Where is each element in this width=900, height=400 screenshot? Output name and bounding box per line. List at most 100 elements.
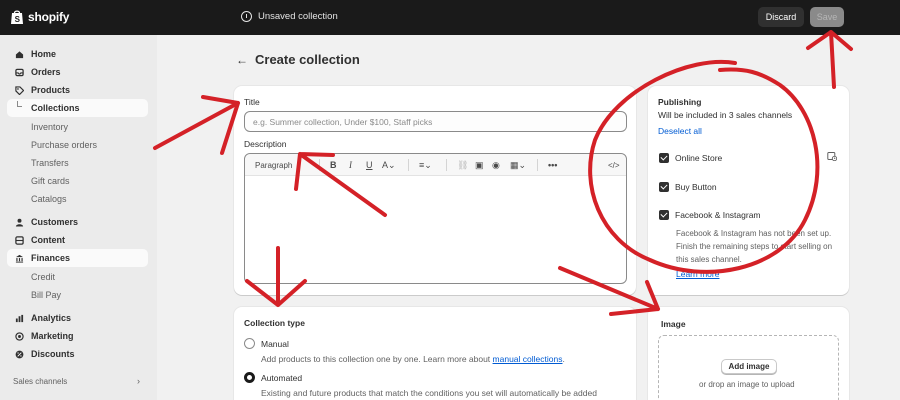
sidebar-item-label: Inventory [31,122,69,132]
sidebar-item-content[interactable]: Content [7,231,148,249]
info-icon [241,11,252,22]
sidebar-item-label: Content [31,235,65,245]
sidebar-item-catalogs[interactable]: Catalogs [7,190,148,208]
online-store-label: Online Store [675,153,723,163]
sidebar-item-label: Finances [31,253,71,263]
toolbar-divider [446,159,447,171]
back-arrow-icon[interactable]: ← [236,53,248,67]
sidebar-item-label: Bill Pay [31,290,62,300]
facebook-instagram-label: Facebook & Instagram [675,210,761,220]
sidebar-item-bill-pay[interactable]: Bill Pay [7,286,148,304]
save-button[interactable]: Save [810,7,844,27]
target-icon [15,331,24,341]
paragraph-select[interactable]: Paragraph [255,159,292,171]
learn-more-link[interactable]: Learn more [676,269,719,279]
content-icon [15,235,24,245]
add-image-button[interactable]: Add image [721,359,777,374]
align-icon[interactable]: ≡⌄ [419,159,432,171]
editor-toolbar: Paragraph B I U A⌄ ≡⌄ ⛓ ▣ ◉ ▦⌄ ••• </> [245,154,626,176]
sidebar-item-label: Purchase orders [31,140,98,150]
toolbar-divider [408,159,409,171]
manual-description: Add products to this collection one by o… [261,354,565,364]
video-icon[interactable]: ◉ [492,159,500,171]
home-icon [15,50,24,58]
person-icon [15,218,24,227]
sidebar-item-orders[interactable]: Orders [7,63,148,81]
sidebar-item-purchase-orders[interactable]: Purchase orders [7,136,148,154]
sidebar-item-gift-cards[interactable]: Gift cards [7,172,148,190]
underline-icon[interactable]: U [366,159,373,171]
more-icon[interactable]: ••• [548,159,557,171]
sidebar-item-label: Analytics [31,313,72,323]
unsaved-status-text: Unsaved collection [258,11,338,22]
shopify-logo[interactable]: S shopify [10,9,69,25]
title-input[interactable] [244,111,627,132]
manual-radio[interactable] [244,338,255,349]
description-editor[interactable]: Paragraph B I U A⌄ ≡⌄ ⛓ ▣ ◉ ▦⌄ ••• </> [244,153,627,284]
table-icon[interactable]: ▦⌄ [510,159,526,171]
facebook-instagram-checkbox[interactable] [659,210,669,220]
manual-label: Manual [261,339,289,349]
sidebar-item-marketing[interactable]: Marketing [7,327,148,345]
manual-collections-link[interactable]: manual collections [493,354,563,364]
image-icon[interactable]: ▣ [475,159,484,171]
buy-button-checkbox[interactable] [659,182,669,192]
sidebar-item-label: Transfers [31,158,69,168]
sidebar-item-label: Discounts [31,349,75,359]
sidebar-item-label: Marketing [31,331,74,341]
sidebar-item-customers[interactable]: Customers [7,213,148,231]
unsaved-status: Unsaved collection [241,11,338,22]
sidebar-item-finances[interactable]: Finances [7,249,148,267]
italic-icon[interactable]: I [349,159,352,171]
sidebar-item-label: Customers [31,217,79,227]
page-title: Create collection [255,52,360,67]
automated-description: Existing and future products that match … [261,388,597,398]
sidebar-item-label: Products [31,85,71,95]
code-view-icon[interactable]: </> [608,159,620,171]
description-label: Description [244,139,287,149]
annotation-arrow-save [806,30,853,89]
deselect-all-link[interactable]: Deselect all [658,126,702,136]
sidebar-item-label: Home [31,49,57,59]
publishing-subtitle: Will be included in 3 sales channels [658,110,793,120]
buy-button-label: Buy Button [675,182,717,192]
sidebar-item-transfers[interactable]: Transfers [7,154,148,172]
online-store-checkbox[interactable] [659,153,669,163]
paragraph-select-value: Paragraph [255,160,293,170]
facebook-setup-note: Facebook & Instagram has not been set up… [676,229,833,264]
sidebar-item-label: Collections [31,103,80,113]
drop-image-text: or drop an image to upload [699,380,795,389]
sidebar-item-analytics[interactable]: Analytics [7,309,148,327]
sidebar-item-collections[interactable]: Collections [7,99,148,117]
sidebar-item-home[interactable]: Home [7,45,148,63]
brand-name: shopify [28,10,70,24]
sidebar-item-discounts[interactable]: Discounts [7,345,148,363]
sidebar-item-label: Credit [31,272,56,282]
collection-type-title: Collection type [244,318,305,328]
top-bar: S shopify Unsaved collection Discard Sav… [0,0,900,35]
bank-icon [15,254,24,263]
automated-radio[interactable] [244,372,255,383]
chevron-right-icon[interactable]: › [137,376,140,386]
sidebar-item-credit[interactable]: Credit [7,268,148,286]
sidebar-item-inventory[interactable]: Inventory [7,118,148,136]
discount-icon [15,350,24,358]
sidebar-item-label: Orders [31,67,61,77]
automated-label: Automated [261,373,303,383]
annotation-arrow-title [153,95,240,155]
text-color-icon[interactable]: A⌄ [382,159,396,171]
tag-icon [15,85,24,95]
schedule-calendar-icon[interactable] [827,151,837,161]
chart-icon [15,314,24,322]
subnav-branch-line [17,101,22,107]
toolbar-divider [319,159,320,171]
publishing-title: Publishing [658,97,702,107]
link-icon[interactable]: ⛓ [457,159,468,171]
manual-description-text: Add products to this collection one by o… [261,354,493,364]
manual-description-end: . [562,354,565,364]
sidebar-item-label: Gift cards [31,176,70,186]
sidebar-item-label: Catalogs [31,194,67,204]
sidebar-item-products[interactable]: Products [7,81,148,99]
bold-icon[interactable]: B [330,159,337,171]
discard-button[interactable]: Discard [758,7,804,27]
